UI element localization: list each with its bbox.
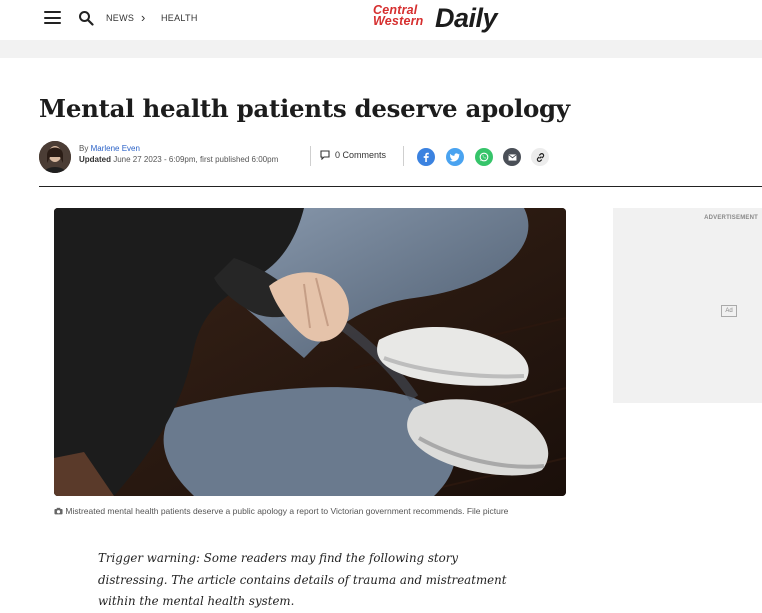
- site-header: NEWS › HEALTH Central Western Daily: [0, 0, 762, 40]
- comments-count: 0 Comments: [335, 150, 387, 160]
- hamburger-menu-icon[interactable]: [44, 11, 61, 24]
- updated-timestamp: June 27 2023 - 6:09pm, first published 6…: [113, 155, 279, 164]
- logo-daily: Daily: [435, 3, 498, 33]
- trigger-warning: Trigger warning: Some readers may find t…: [98, 551, 507, 608]
- author-avatar[interactable]: [39, 141, 71, 173]
- ad-badge: Ad: [721, 305, 737, 317]
- whatsapp-icon[interactable]: [475, 148, 493, 166]
- advertisement-label: ADVERTISEMENT: [704, 215, 758, 221]
- article-title: Mental health patients deserve apology: [39, 94, 570, 123]
- image-caption: Mistreated mental health patients deserv…: [54, 505, 566, 518]
- logo-central-western: Central Western: [373, 4, 424, 28]
- share-divider: [403, 146, 404, 166]
- comments-link[interactable]: 0 Comments: [320, 150, 386, 160]
- header-band: [0, 40, 762, 58]
- advertisement-slot[interactable]: ADVERTISEMENT Ad: [613, 208, 762, 403]
- byline-divider: [310, 146, 311, 166]
- logo-western: Western: [373, 14, 424, 28]
- byline-prefix: By: [79, 144, 89, 153]
- facebook-icon[interactable]: [417, 148, 435, 166]
- caption-text: Mistreated mental health patients deserv…: [65, 506, 509, 516]
- comment-icon: [320, 150, 330, 160]
- header-rule: [39, 186, 762, 187]
- camera-icon: [54, 507, 63, 515]
- byline: By Marlene Even Updated June 27 2023 - 6…: [79, 143, 278, 165]
- author-link[interactable]: Marlene Even: [91, 144, 140, 153]
- breadcrumb-news[interactable]: NEWS: [106, 13, 134, 23]
- link-icon[interactable]: [531, 148, 549, 166]
- chevron-right-icon: ›: [141, 10, 146, 25]
- updated-label: Updated: [79, 155, 111, 164]
- search-icon[interactable]: [78, 10, 94, 26]
- twitter-icon[interactable]: [446, 148, 464, 166]
- article-hero-image[interactable]: [54, 208, 566, 496]
- breadcrumb-health[interactable]: HEALTH: [161, 13, 198, 23]
- email-icon[interactable]: [503, 148, 521, 166]
